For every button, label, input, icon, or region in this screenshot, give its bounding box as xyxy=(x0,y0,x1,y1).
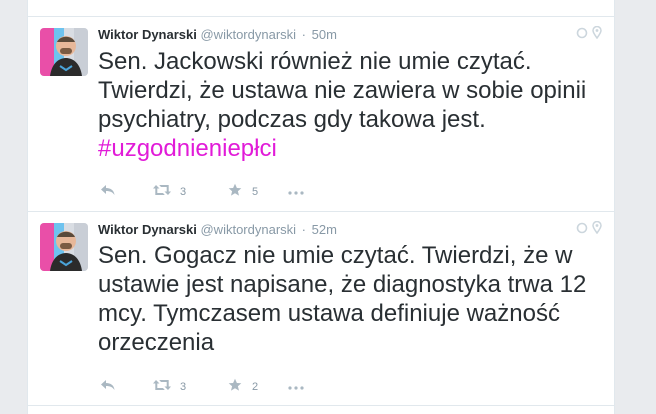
location-icon[interactable] xyxy=(592,220,602,239)
tweet-corner-icons xyxy=(576,25,602,44)
separator-dot: · xyxy=(301,222,307,237)
hashtag-link[interactable]: #uzgodnieniepłci xyxy=(98,135,277,162)
tweet-timestamp[interactable]: 50m xyxy=(312,27,337,42)
tweet-corner-icons xyxy=(576,220,602,239)
tweet-actions: 3 2 xyxy=(100,378,318,395)
favorite-count: 5 xyxy=(252,185,259,198)
more-icon xyxy=(288,381,304,393)
tweet[interactable]: Wiktor Dynarski @wiktordynarski · 50m Se… xyxy=(28,17,614,212)
tweet-header: Wiktor Dynarski @wiktordynarski · 50m xyxy=(98,27,337,43)
conversation-icon[interactable] xyxy=(576,26,588,44)
favorite-count: 2 xyxy=(252,380,259,393)
author-handle[interactable]: @wiktordynarski xyxy=(200,222,296,237)
tweet[interactable]: Wiktor Dynarski @wiktordynarski · 52m Se… xyxy=(28,212,614,406)
separator-dot: · xyxy=(301,27,307,42)
conversation-icon[interactable] xyxy=(576,221,588,239)
retweet-icon xyxy=(152,184,172,199)
favorite-button[interactable]: 5 xyxy=(228,183,288,200)
tweet-timestamp[interactable]: 52m xyxy=(312,222,337,237)
timeline: Wiktor Dynarski @wiktordynarski · 50m Se… xyxy=(27,0,615,414)
tweet-header: Wiktor Dynarski @wiktordynarski · 52m xyxy=(98,222,337,238)
retweet-count: 3 xyxy=(180,380,187,393)
tweet-body: Sen. Gogacz nie umie czytać. Twierdzi, ż… xyxy=(98,242,587,356)
previous-tweet-stub xyxy=(28,0,614,17)
favorite-button[interactable]: 2 xyxy=(228,378,288,395)
location-icon[interactable] xyxy=(592,25,602,44)
author-fullname[interactable]: Wiktor Dynarski xyxy=(98,27,197,42)
retweet-button[interactable]: 3 xyxy=(152,184,228,199)
more-icon xyxy=(288,186,304,198)
more-button[interactable] xyxy=(288,381,318,393)
author-handle[interactable]: @wiktordynarski xyxy=(200,27,296,42)
tweet-text: Sen. Gogacz nie umie czytać. Twierdzi, ż… xyxy=(98,241,604,357)
retweet-button[interactable]: 3 xyxy=(152,379,228,394)
more-button[interactable] xyxy=(288,186,318,198)
reply-button[interactable] xyxy=(100,184,152,199)
tweet-body: Sen. Jackowski również nie umie czytać. … xyxy=(98,48,587,133)
star-icon xyxy=(228,378,242,395)
tweet-text: Sen. Jackowski również nie umie czytać. … xyxy=(98,47,604,163)
reply-icon xyxy=(100,379,116,394)
avatar[interactable] xyxy=(40,28,88,76)
tweet-actions: 3 5 xyxy=(100,183,318,200)
reply-icon xyxy=(100,184,116,199)
retweet-count: 3 xyxy=(180,185,187,198)
avatar[interactable] xyxy=(40,223,88,271)
reply-button[interactable] xyxy=(100,379,152,394)
star-icon xyxy=(228,183,242,200)
author-fullname[interactable]: Wiktor Dynarski xyxy=(98,222,197,237)
retweet-icon xyxy=(152,379,172,394)
